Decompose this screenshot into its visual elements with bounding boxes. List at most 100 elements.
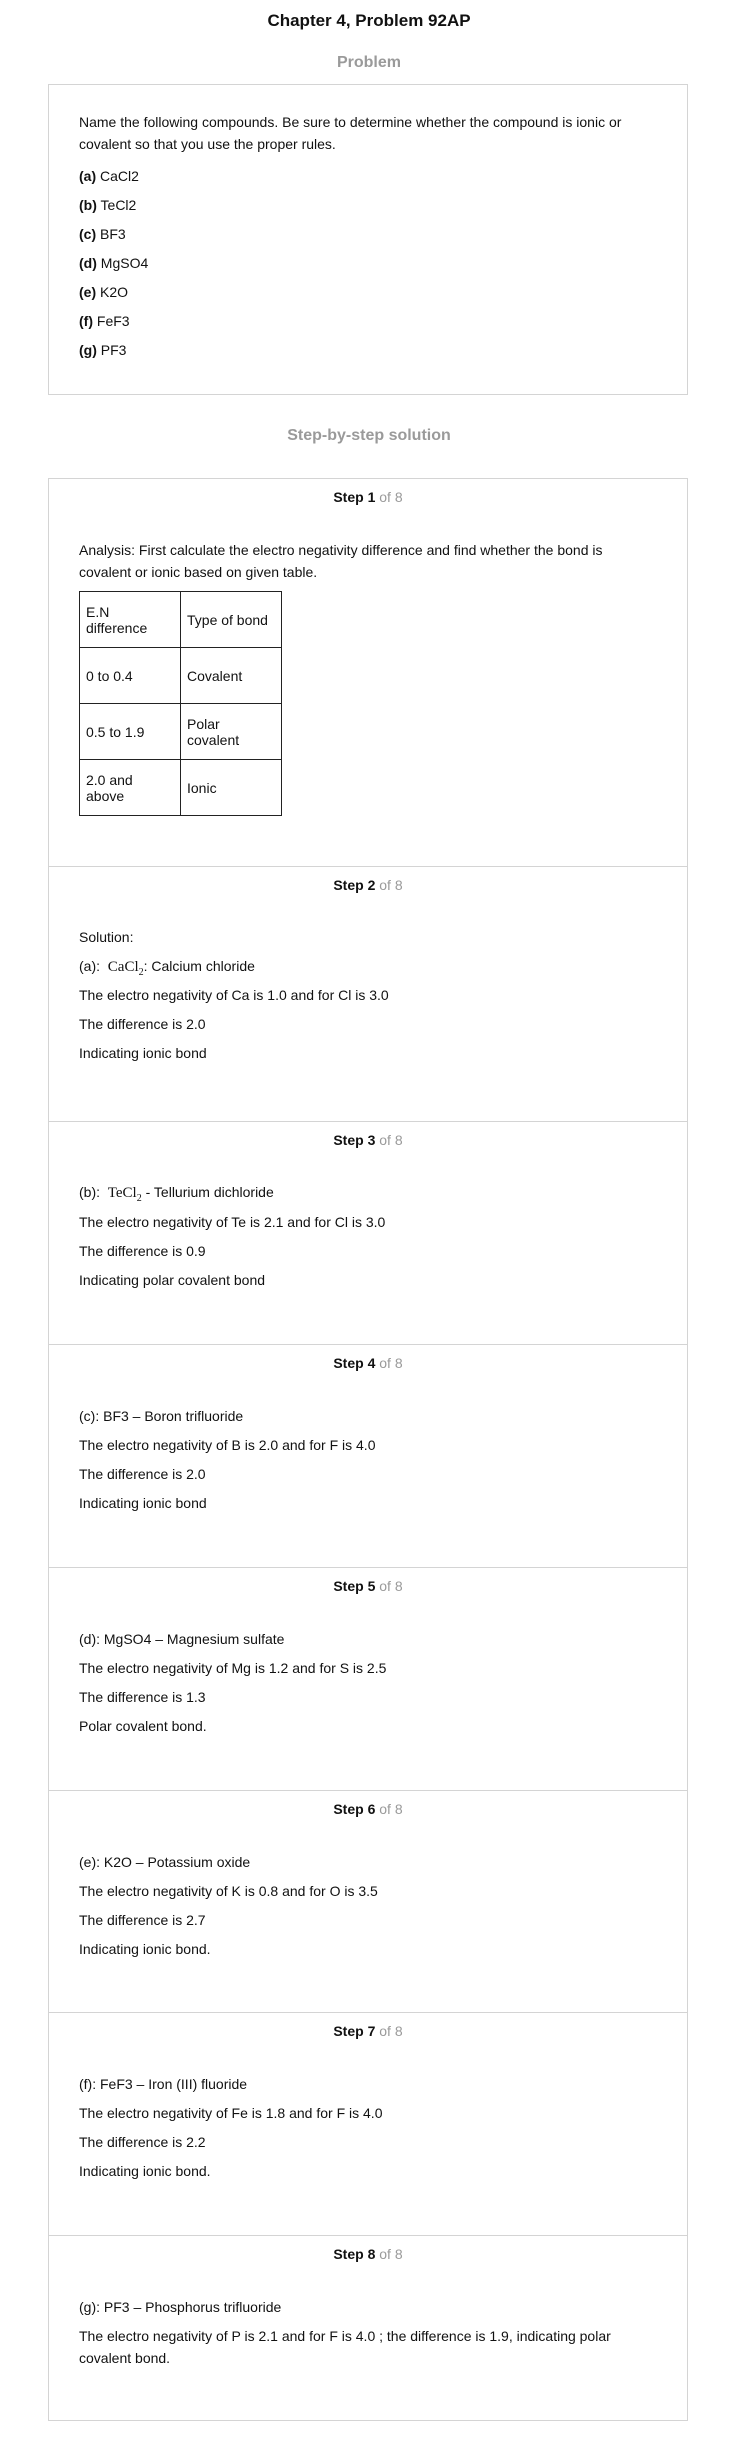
item-label: (d) [79, 255, 97, 271]
of-word: of [379, 2246, 391, 2262]
table-cell: 2.0 and above [79, 759, 181, 816]
step-6-line-1: The electro negativity of K is 0.8 and f… [79, 1883, 378, 1899]
problem-box: Name the following compounds. Be sure to… [48, 84, 688, 395]
formula-base: CaCl [107, 959, 139, 975]
item-label: (g) [79, 342, 97, 358]
step-7-line-1: The electro negativity of Fe is 1.8 and … [79, 2105, 383, 2121]
step-header: Step 2 of 8 [49, 877, 687, 893]
of-word: of [379, 489, 391, 505]
step-7-line-3: Indicating ionic bond. [79, 2163, 211, 2179]
step-3-line-3: Indicating polar covalent bond [79, 1272, 266, 1288]
step-3-formula-line: (b): TeCl2 - Tellurium dichloride [79, 1181, 657, 1210]
step-number: 3 [367, 1132, 376, 1148]
step-number: 8 [367, 2246, 376, 2262]
table-row: 0.5 to 1.9 Polar covalent [79, 703, 282, 760]
step-word: Step [333, 2246, 364, 2262]
table-cell: Polar covalent [180, 703, 282, 760]
step-4: Step 4 of 8 (c): BF3 – Boron trifluoride… [49, 1344, 687, 1567]
page-title: Chapter 4, Problem 92AP [267, 11, 471, 30]
item-formula: CaCl2 [100, 168, 139, 184]
solution-heading: Step-by-step solution [287, 427, 451, 444]
step-7-line-2: The difference is 2.2 [79, 2134, 206, 2150]
step-word: Step [333, 1801, 364, 1817]
step-total: 8 [394, 2023, 403, 2039]
problem-heading: Problem [336, 54, 401, 71]
step-1: Step 1 of 8 Analysis: First calculate th… [49, 479, 687, 866]
step-5-line-3: Polar covalent bond. [79, 1718, 207, 1734]
table-row: E.N difference Type of bond [79, 591, 282, 648]
step-6-line-2: The difference is 2.7 [79, 1912, 206, 1928]
of-word: of [379, 1801, 391, 1817]
table-header-cell: E.N difference [79, 591, 181, 648]
table-row: 0 to 0.4 Covalent [79, 647, 282, 704]
step-4-line-1: The electro negativity of B is 2.0 and f… [79, 1437, 376, 1453]
step-2-line-3: Indicating ionic bond [79, 1045, 207, 1061]
problem-intro-line-2: covalent so that you use the proper rule… [79, 136, 336, 152]
step-word: Step [333, 1355, 364, 1371]
step-1-line-1: Analysis: First calculate the electro ne… [79, 542, 603, 558]
table-cell: Covalent [180, 647, 282, 704]
table-header-cell: Type of bond [180, 591, 282, 648]
item-label: (f) [79, 313, 93, 329]
step-2-lead: Solution: [79, 929, 134, 945]
item-prefix: (a): [79, 958, 100, 974]
step-3: Step 3 of 8 (b): TeCl2 - Tellurium dichl… [49, 1121, 687, 1344]
step-6: Step 6 of 8 (e): K2O – Potassium oxide T… [49, 1790, 687, 2012]
item-label: (e) [79, 284, 97, 300]
step-7-heading: (f): FeF3 – Iron (III) fluoride [79, 2076, 248, 2092]
step-2-formula-line: (a): CaCl2: Calcium chloride [79, 955, 657, 984]
step-number: 7 [367, 2023, 376, 2039]
of-word: of [379, 877, 391, 893]
step-5: Step 5 of 8 (d): MgSO4 – Magnesium sulfa… [49, 1567, 687, 1790]
step-header: Step 6 of 8 [49, 1801, 687, 1817]
step-header: Step 5 of 8 [49, 1578, 687, 1594]
of-word: of [379, 1132, 391, 1148]
step-number: 1 [367, 489, 376, 505]
step-3-line-1: The electro negativity of Te is 2.1 and … [79, 1214, 386, 1230]
solution-box: Step 1 of 8 Analysis: First calculate th… [48, 478, 688, 2421]
step-6-heading: (e): K2O – Potassium oxide [79, 1854, 251, 1870]
step-2-line-1: The electro negativity of Ca is 1.0 and … [79, 987, 389, 1003]
step-5-line-2: The difference is 1.3 [79, 1689, 206, 1705]
chemical-formula: TeCl2 [108, 1185, 142, 1204]
step-header: Step 3 of 8 [49, 1132, 687, 1148]
step-total: 8 [394, 1355, 403, 1371]
item-formula: PF3 [100, 342, 127, 358]
compound-name: - Tellurium dichloride [141, 1184, 274, 1200]
problem-intro-line-1: Name the following compounds. Be sure to… [79, 114, 622, 130]
step-total: 8 [394, 1578, 403, 1594]
of-word: of [379, 1578, 391, 1594]
step-header: Step 8 of 8 [49, 2246, 687, 2262]
step-2-line-2: The difference is 2.0 [79, 1016, 206, 1032]
step-number: 4 [367, 1355, 376, 1371]
step-total: 8 [394, 1801, 403, 1817]
step-6-line-3: Indicating ionic bond. [79, 1941, 211, 1957]
step-5-line-1: The electro negativity of Mg is 1.2 and … [79, 1660, 387, 1676]
problem-item-c: (c) BF3 [79, 226, 126, 242]
table-cell: Ionic [180, 759, 282, 816]
table-cell: 0.5 to 1.9 [79, 703, 181, 760]
step-4-line-3: Indicating ionic bond [79, 1495, 207, 1511]
problem-item-d: (d) MgSO4 [79, 255, 148, 271]
item-formula: FeF3 [96, 313, 130, 329]
table-row: 2.0 and above Ionic [79, 759, 282, 816]
step-1-line-2: covalent or ionic based on given table. [79, 564, 318, 580]
item-label: (b) [79, 197, 97, 213]
step-word: Step [333, 489, 364, 505]
item-formula: TeCl2 [100, 197, 137, 213]
step-word: Step [333, 877, 364, 893]
step-2: Step 2 of 8 Solution: (a): CaCl2: Calciu… [49, 866, 687, 1121]
item-prefix: (b): [79, 1184, 100, 1200]
chemical-formula: CaCl2 [107, 959, 144, 978]
of-word: of [379, 2023, 391, 2039]
problem-item-a: (a) CaCl2 [79, 168, 139, 184]
step-header: Step 1 of 8 [49, 489, 687, 505]
problem-item-b: (b) TeCl2 [79, 197, 136, 213]
step-header: Step 4 of 8 [49, 1355, 687, 1371]
table-cell: 0 to 0.4 [79, 647, 181, 704]
step-8: Step 8 of 8 (g): PF3 – Phosphorus triflu… [49, 2235, 687, 2420]
step-word: Step [333, 1578, 364, 1594]
step-total: 8 [394, 489, 403, 505]
step-number: 6 [367, 1801, 376, 1817]
bond-type-table: E.N difference Type of bond 0 to 0.4 Cov… [79, 591, 282, 816]
